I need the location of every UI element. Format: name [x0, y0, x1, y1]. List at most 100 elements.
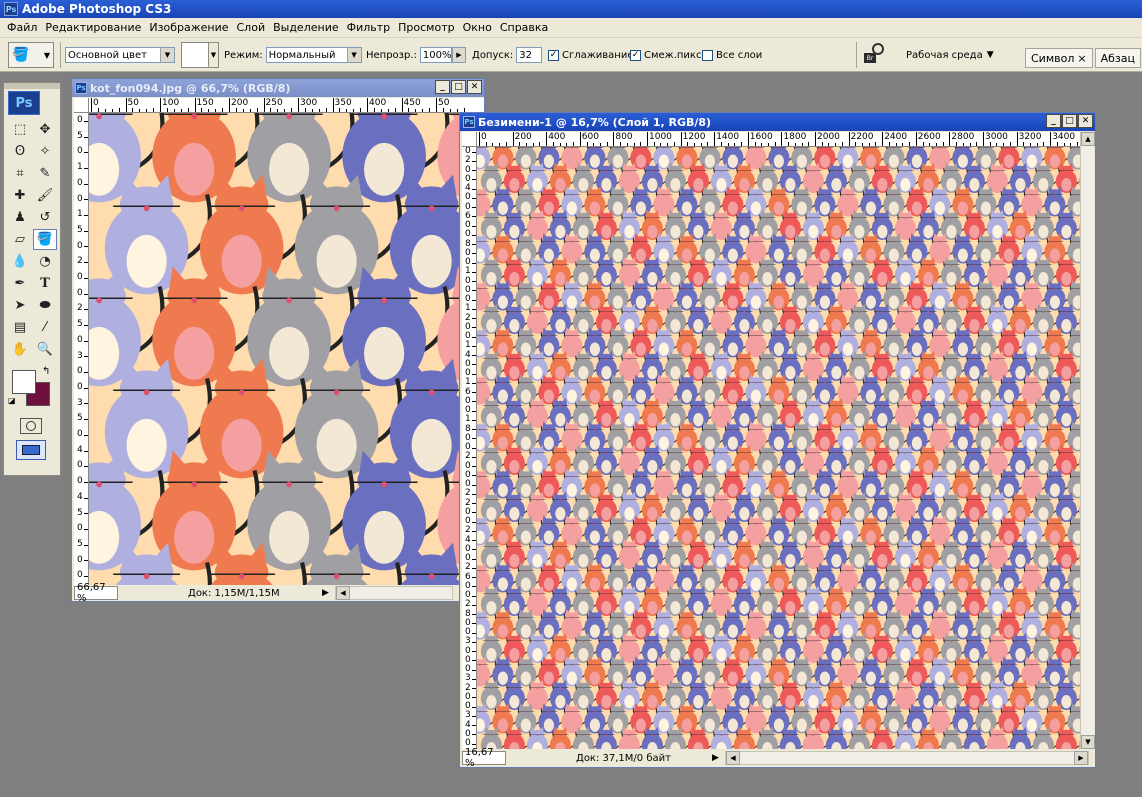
- screen-mode-icon[interactable]: [16, 440, 46, 460]
- blend-mode-select[interactable]: Нормальный ▼: [265, 47, 362, 63]
- document-titlebar[interactable]: Ps kot_fon094.jpg @ 66,7% (RGB/8) _ □ ✕: [72, 79, 484, 97]
- ruler-minor-tick: [633, 143, 635, 146]
- type-tool-icon[interactable]: T: [33, 273, 57, 294]
- menu-help[interactable]: Справка: [496, 21, 552, 34]
- minimize-icon[interactable]: _: [1046, 114, 1061, 128]
- history-brush-tool-icon[interactable]: ↺: [33, 207, 57, 228]
- ruler-minor-tick: [472, 493, 476, 495]
- notes-tool-icon[interactable]: ▤: [8, 317, 32, 338]
- document-titlebar[interactable]: Ps Безимени-1 @ 16,7% (Слой 1, RGB/8) _ …: [460, 113, 1095, 131]
- menu-image[interactable]: Изображение: [145, 21, 232, 34]
- vertical-ruler[interactable]: 0200400600800100012001400160018002000220…: [462, 147, 477, 749]
- bridge-icon[interactable]: Br: [864, 43, 886, 63]
- vertical-scrollbar[interactable]: ▲ ▼: [1080, 132, 1095, 749]
- antialias-checkbox[interactable]: ✓: [548, 49, 559, 61]
- horizontal-ruler[interactable]: 0 50 100 150 200 250 300 350 400 450 50: [89, 98, 484, 113]
- tab-paragraph[interactable]: Абзац: [1094, 48, 1141, 68]
- lasso-tool-icon[interactable]: ʘ: [8, 141, 32, 162]
- tab-character[interactable]: Символ ×: [1025, 48, 1093, 68]
- crop-tool-icon[interactable]: ⌗: [8, 163, 32, 184]
- divider: [856, 42, 857, 68]
- horizontal-scrollbar[interactable]: ◀ ▶: [724, 751, 1089, 765]
- menu-select[interactable]: Выделение: [269, 21, 343, 34]
- scroll-left-icon[interactable]: ◀: [725, 751, 740, 765]
- horizontal-ruler[interactable]: 0 200 400 600 800 1000 1200 1400 1600 1800 2000 220…: [477, 132, 1080, 147]
- ruler-minor-tick: [519, 142, 521, 146]
- status-menu-arrow-icon[interactable]: ▶: [712, 753, 719, 763]
- ruler-minor-tick: [599, 143, 601, 146]
- maximize-icon[interactable]: □: [1062, 114, 1077, 128]
- slice-tool-icon[interactable]: ✎: [33, 163, 57, 184]
- opacity-input[interactable]: 100%: [419, 47, 452, 63]
- eraser-tool-icon[interactable]: ▱: [8, 229, 32, 250]
- menu-window[interactable]: Окно: [459, 21, 496, 34]
- close-icon[interactable]: ✕: [1078, 114, 1093, 128]
- ruler-origin[interactable]: [462, 132, 477, 147]
- ruler-minor-tick: [472, 725, 476, 727]
- paint-bucket-tool-icon[interactable]: 🪣: [33, 229, 57, 250]
- menu-edit[interactable]: Редактирование: [41, 21, 145, 34]
- close-icon[interactable]: ✕: [467, 80, 482, 94]
- dodge-tool-icon[interactable]: ◔: [33, 251, 57, 272]
- ellipse-tool-icon[interactable]: ⬬: [33, 295, 57, 316]
- zoom-input[interactable]: 66,67 %: [74, 582, 118, 604]
- close-icon[interactable]: ×: [1077, 52, 1086, 65]
- foreground-color-swatch[interactable]: [12, 370, 36, 394]
- scroll-down-icon[interactable]: ▼: [1081, 735, 1095, 749]
- hand-tool-icon[interactable]: ✋: [8, 339, 32, 360]
- ruler-minor-tick: [472, 401, 476, 403]
- scroll-right-icon[interactable]: ▶: [1073, 751, 1088, 765]
- zoom-tool-icon[interactable]: 🔍: [33, 339, 57, 360]
- scroll-up-icon[interactable]: ▲: [1081, 132, 1095, 146]
- tolerance-input[interactable]: 32: [516, 47, 543, 63]
- minimize-icon[interactable]: _: [435, 80, 450, 94]
- contiguous-checkbox[interactable]: ✓: [630, 49, 641, 61]
- status-menu-arrow-icon[interactable]: ▶: [322, 588, 329, 598]
- photoshop-app-icon: Ps: [4, 2, 18, 16]
- brush-tool-icon[interactable]: 🖌: [33, 185, 57, 206]
- ruler-minor-tick: [1023, 142, 1025, 146]
- ruler-origin[interactable]: [74, 98, 89, 113]
- ruler-minor-tick: [1056, 142, 1058, 146]
- fill-source-select[interactable]: Основной цвет ▼: [65, 47, 175, 63]
- clone-stamp-tool-icon[interactable]: ♟: [8, 207, 32, 228]
- move-tool-icon[interactable]: ✥: [33, 119, 57, 140]
- marquee-tool-icon[interactable]: ⬚: [8, 119, 32, 140]
- quick-mask-icon[interactable]: [20, 418, 42, 434]
- pattern-swatch[interactable]: [181, 42, 209, 68]
- magic-wand-tool-icon[interactable]: ✧: [33, 141, 57, 162]
- ruler-minor-tick: [84, 340, 88, 342]
- document-canvas[interactable]: [477, 147, 1080, 749]
- photoshop-logo[interactable]: Ps: [8, 91, 40, 115]
- workspace-button[interactable]: Рабочая среда ▼: [906, 46, 994, 64]
- blur-tool-icon[interactable]: 💧: [8, 251, 32, 272]
- vertical-ruler[interactable]: 050100150200250300350400450500: [74, 113, 89, 585]
- default-colors-icon[interactable]: ◪: [8, 396, 16, 405]
- toolbox-grip[interactable]: [4, 83, 60, 89]
- menu-filter[interactable]: Фильтр: [343, 21, 395, 34]
- menu-view[interactable]: Просмотр: [394, 21, 458, 34]
- menu-file[interactable]: Файл: [3, 21, 41, 34]
- ruler-minor-tick: [387, 109, 389, 112]
- document-window-kot-fon[interactable]: Ps kot_fon094.jpg @ 66,7% (RGB/8) _ □ ✕ …: [71, 78, 485, 604]
- eyedropper-tool-icon[interactable]: ⁄: [33, 317, 57, 338]
- healing-brush-tool-icon[interactable]: ✚: [8, 185, 32, 206]
- zoom-input[interactable]: 16,67 %: [462, 747, 506, 769]
- path-selection-tool-icon[interactable]: ➤: [8, 295, 32, 316]
- ruler-tick-label: 5: [77, 224, 83, 235]
- ruler-minor-tick: [862, 143, 864, 146]
- ruler-minor-tick: [694, 143, 696, 146]
- opacity-slider-button[interactable]: ▶: [451, 47, 466, 63]
- menu-layer[interactable]: Слой: [233, 21, 270, 34]
- horizontal-scrollbar[interactable]: ◀: [334, 586, 453, 600]
- tool-preset-picker[interactable]: 🪣 ▼: [8, 42, 54, 68]
- pen-tool-icon[interactable]: ✒: [8, 273, 32, 294]
- all-layers-checkbox[interactable]: [702, 49, 713, 61]
- pattern-dropdown[interactable]: ▼: [209, 42, 219, 68]
- ruler-minor-tick: [325, 108, 327, 112]
- document-window-untitled[interactable]: Ps Безимени-1 @ 16,7% (Слой 1, RGB/8) _ …: [459, 112, 1096, 769]
- document-canvas[interactable]: [89, 113, 484, 585]
- maximize-icon[interactable]: □: [451, 80, 466, 94]
- swap-colors-icon[interactable]: ↰: [42, 366, 50, 377]
- scroll-left-icon[interactable]: ◀: [335, 586, 350, 600]
